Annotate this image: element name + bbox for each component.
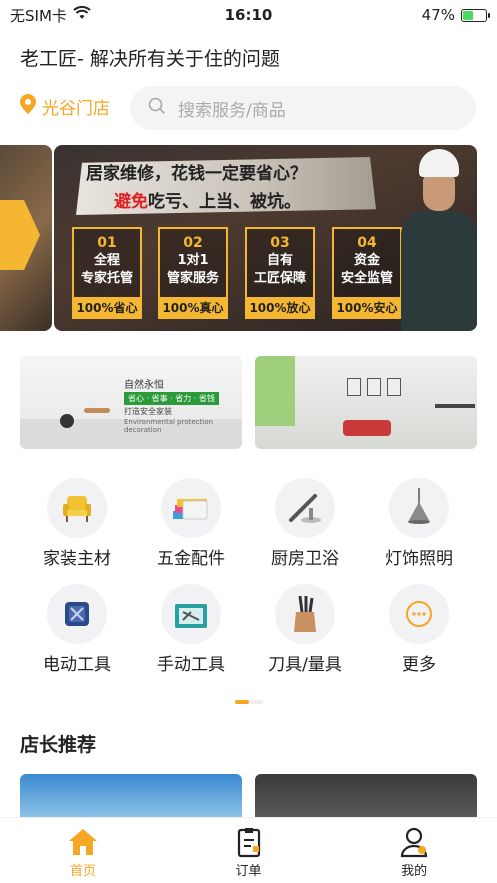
user-icon <box>398 826 430 858</box>
banner-headline: 居家维修，花钱一定要省心？ <box>86 164 307 184</box>
search-input[interactable]: 搜索服务/商品 <box>130 86 476 130</box>
category-label: 更多 <box>402 655 436 675</box>
promo-card-decoration[interactable]: 自然永恒 省心 · 省事 · 省力 · 省钱 打造安全家装 Environmen… <box>20 356 242 449</box>
category-label: 家装主材 <box>43 549 111 569</box>
category-label: 五金配件 <box>157 549 225 569</box>
search-placeholder: 搜索服务/商品 <box>178 100 286 121</box>
recommend-card[interactable] <box>20 774 242 818</box>
battery-percent: 47% <box>421 6 455 24</box>
clipboard-icon <box>233 826 265 858</box>
power-tool-icon <box>47 584 107 644</box>
category-item[interactable]: 灯饰照明 <box>362 478 476 569</box>
carrier-label: 无SIM卡 <box>10 6 67 25</box>
category-label: 厨房卫浴 <box>271 549 339 569</box>
tape-rolls-icon <box>161 478 221 538</box>
battery-icon <box>461 8 490 22</box>
promo-tags: 省心 · 省事 · 省力 · 省钱 <box>124 392 219 405</box>
category-item[interactable]: 电动工具 <box>20 584 134 675</box>
category-label: 刀具/量具 <box>268 655 342 675</box>
tab-bar: 首页 订单 我的 <box>0 817 497 883</box>
knife-block-icon <box>275 584 335 644</box>
store-selector[interactable]: 光谷门店 <box>20 94 110 119</box>
banner-prev-slide[interactable] <box>0 145 52 331</box>
more-icon <box>389 584 449 644</box>
banner-feature: 02 1对1 管家服务 100%真心 <box>158 227 228 319</box>
promo-sub: 打造安全家装 <box>124 407 172 416</box>
tab-label: 首页 <box>69 864 96 879</box>
location-pin-icon <box>20 94 36 119</box>
category-item[interactable]: 手动工具 <box>134 584 248 675</box>
page-indicator <box>235 700 263 704</box>
promo-card-interior[interactable] <box>255 356 477 449</box>
category-item[interactable]: 更多 <box>362 584 476 675</box>
tab-profile[interactable]: 我的 <box>331 818 497 883</box>
category-item[interactable]: 五金配件 <box>134 478 248 569</box>
page-title: 老工匠- 解决所有关于住的问题 <box>20 48 280 70</box>
home-icon <box>67 826 99 858</box>
section-title: 店长推荐 <box>20 734 97 757</box>
armchair-icon <box>47 478 107 538</box>
toolbox-icon <box>161 584 221 644</box>
banner-feature: 04 资金 安全监管 100%安心 <box>332 227 402 319</box>
category-label: 手动工具 <box>157 655 225 675</box>
category-item[interactable]: 厨房卫浴 <box>248 478 362 569</box>
banner-feature: 01 全程 专家托管 100%省心 <box>72 227 142 319</box>
pendant-lamp-icon <box>389 478 449 538</box>
tab-label: 我的 <box>401 864 428 879</box>
category-item[interactable]: 家装主材 <box>20 478 134 569</box>
recommend-card[interactable] <box>255 774 477 818</box>
search-icon <box>148 97 166 120</box>
category-label: 电动工具 <box>43 655 111 675</box>
faucet-icon <box>275 478 335 538</box>
category-label: 灯饰照明 <box>385 549 453 569</box>
worker-image <box>397 149 477 331</box>
tab-home[interactable]: 首页 <box>0 818 166 883</box>
tab-label: 订单 <box>235 864 262 879</box>
category-item[interactable]: 刀具/量具 <box>248 584 362 675</box>
banner-carousel[interactable]: 居家维修，花钱一定要省心？ 避免吃亏、上当、被坑。 01 全程 专家托管 100… <box>0 145 497 331</box>
banner-subheadline: 避免吃亏、上当、被坑。 <box>114 192 301 212</box>
banner-slide[interactable]: 居家维修，花钱一定要省心？ 避免吃亏、上当、被坑。 01 全程 专家托管 100… <box>54 145 477 331</box>
tab-orders[interactable]: 订单 <box>166 818 332 883</box>
status-bar: 无SIM卡 16:10 47% <box>0 0 497 30</box>
promo-slogan: 自然永恒 <box>124 380 164 391</box>
store-name: 光谷门店 <box>42 99 110 119</box>
promo-sub-en: Environmental protection decoration <box>124 418 213 434</box>
wifi-icon <box>73 6 91 24</box>
banner-feature: 03 自有 工匠保障 100%放心 <box>245 227 315 319</box>
